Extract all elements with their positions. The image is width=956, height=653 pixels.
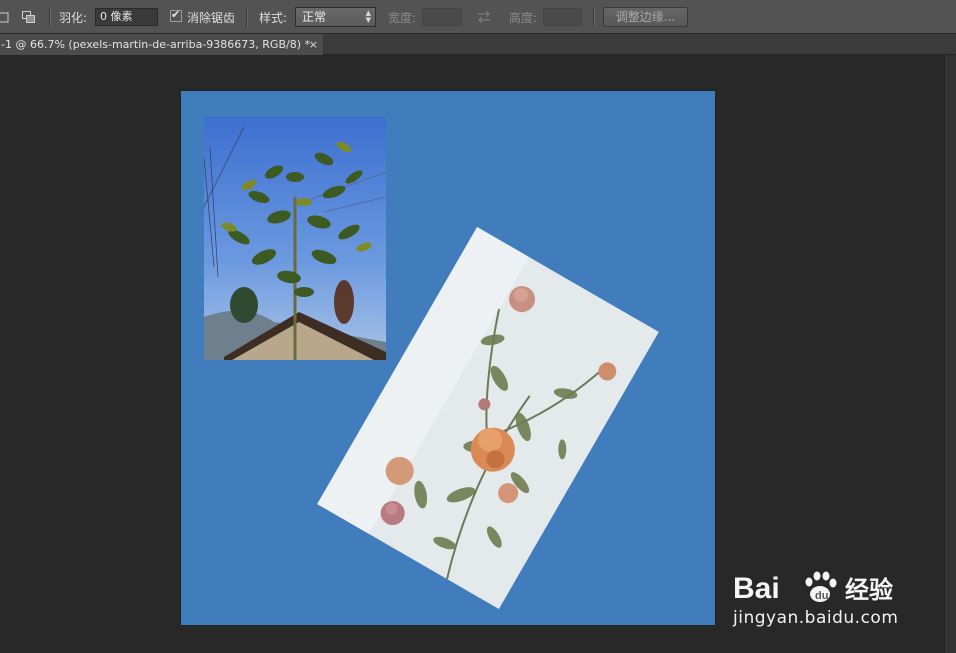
select-arrows-icon: ▲ ▼ xyxy=(365,9,371,24)
svg-text:经验: 经验 xyxy=(845,576,893,604)
selection-mode-intersect-icon[interactable] xyxy=(21,0,37,34)
antialias-label: 消除锯齿 xyxy=(187,10,236,25)
toolbar-separator xyxy=(49,6,51,28)
height-label: 高度: xyxy=(509,10,538,25)
toolbar-separator xyxy=(246,6,248,28)
svg-text:du: du xyxy=(815,590,828,602)
baidu-logo: Bai du 经验 xyxy=(733,571,893,605)
selection-mode-new-icon[interactable] xyxy=(0,0,14,34)
width-input[interactable] xyxy=(422,8,462,26)
svg-text:Bai: Bai xyxy=(733,572,780,605)
watermark-url: jingyan.baidu.com xyxy=(733,608,899,628)
swap-width-height-icon[interactable] xyxy=(476,0,492,34)
vertical-scrollbar[interactable] xyxy=(944,55,956,653)
antialias-checkbox[interactable]: ✔ xyxy=(170,8,182,22)
document-tab-title: -1 @ 66.7% (pexels-martin-de-arriba-9386… xyxy=(1,38,310,51)
document-tab-bar: -1 @ 66.7% (pexels-martin-de-arriba-9386… xyxy=(0,34,956,55)
style-select[interactable]: 正常 ▲ ▼ xyxy=(295,7,376,27)
style-label: 样式: xyxy=(259,10,288,25)
options-bar: 羽化: 0 像素 ✔ 消除锯齿 样式: 正常 ▲ ▼ 宽度: 高度: 调整边缘..… xyxy=(0,0,956,34)
document-canvas[interactable] xyxy=(181,91,715,625)
document-tab[interactable]: -1 @ 66.7% (pexels-martin-de-arriba-9386… xyxy=(0,34,323,55)
height-input[interactable] xyxy=(543,8,582,26)
toolbar-separator xyxy=(593,6,595,28)
feather-label: 羽化: xyxy=(59,10,88,25)
tree-photo-layer[interactable] xyxy=(204,117,386,360)
width-label: 宽度: xyxy=(388,10,417,25)
baidu-jingyan-watermark: Bai du 经验 jingyan.baidu.com xyxy=(733,566,918,634)
checkmark-icon: ✔ xyxy=(171,8,181,21)
refine-edge-button[interactable]: 调整边缘... xyxy=(603,7,688,27)
tree-photo-image xyxy=(204,117,386,360)
style-select-value: 正常 xyxy=(302,10,327,24)
close-tab-icon[interactable]: × xyxy=(309,34,318,55)
feather-input[interactable]: 0 像素 xyxy=(95,8,158,26)
